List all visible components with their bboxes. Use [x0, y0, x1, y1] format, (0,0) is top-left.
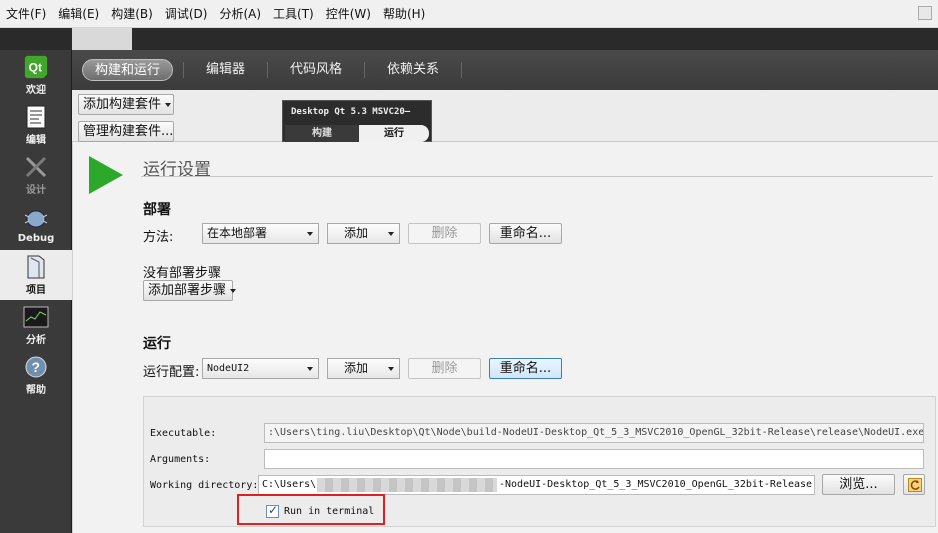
window-restore-button[interactable] — [918, 6, 932, 20]
reset-arrow-icon — [908, 478, 922, 492]
run-remove-button[interactable]: 删除 — [408, 358, 481, 379]
menu-widgets[interactable]: 控件(W) — [320, 3, 377, 25]
mode-label-analyze: 分析 — [26, 335, 46, 346]
kit-run-tab[interactable]: 运行 — [359, 125, 429, 142]
working-directory-suffix: -NodeUI-Desktop_Qt_5_3_MSVC2010_OpenGL_3… — [499, 479, 813, 490]
svg-text:Qt: Qt — [29, 61, 42, 75]
run-heading: 运行 — [143, 336, 171, 352]
tab-separator — [183, 62, 185, 78]
add-kit-label: 添加构建套件 — [83, 97, 162, 112]
mode-label-welcome: 欢迎 — [26, 85, 46, 96]
menu-edit[interactable]: 编辑(E) — [52, 3, 105, 25]
mode-help[interactable]: ? 帮助 — [0, 350, 72, 400]
add-deploy-step-button[interactable]: 添加部署步骤 — [143, 280, 237, 301]
deploy-heading: 部署 — [143, 202, 171, 218]
chevron-down-icon — [307, 367, 313, 371]
tab-dependencies[interactable]: 依赖关系 — [375, 59, 451, 81]
run-add-button[interactable]: 添加 — [327, 358, 400, 379]
add-deploy-step-label: 添加部署步骤 — [148, 283, 227, 298]
executable-field[interactable]: :\Users\ting.liu\Desktop\Qt\Node\build-N… — [264, 423, 924, 443]
deploy-add-label: 添加 — [344, 226, 369, 240]
menu-tools[interactable]: 工具(T) — [267, 3, 320, 25]
tab-separator — [364, 62, 366, 78]
tab-separator — [267, 62, 269, 78]
chevron-down-icon — [165, 102, 172, 107]
mode-label-edit: 编辑 — [26, 135, 46, 146]
svg-text:?: ? — [32, 359, 41, 375]
menu-help[interactable]: 帮助(H) — [377, 3, 431, 25]
kit-selector: Desktop Qt 5.3 MSVC20— 构建 运行 — [282, 100, 432, 142]
no-deploy-steps-label: 没有部署步骤 — [143, 266, 222, 281]
working-directory-prefix: C:\Users\ — [262, 479, 317, 490]
redacted-path-segment — [317, 478, 497, 492]
mode-label-debug: Debug — [17, 233, 55, 244]
chevron-down-icon — [388, 232, 394, 236]
document-icon — [23, 104, 49, 130]
run-config-select[interactable]: NodeUI2 — [202, 358, 319, 379]
executable-label: Executable: — [150, 428, 217, 439]
tab-build-and-run[interactable]: 构建和运行 — [82, 59, 174, 81]
deploy-remove-button[interactable]: 删除 — [408, 223, 481, 244]
bug-icon — [23, 206, 49, 232]
browse-button[interactable]: 浏览... — [822, 474, 895, 495]
deploy-rename-button[interactable]: 重命名... — [489, 223, 562, 244]
menu-debug[interactable]: 调试(D) — [159, 3, 214, 25]
project-tab-bar: 构建和运行 编辑器 代码风格 依赖关系 — [72, 50, 938, 90]
deploy-method-value: 在本地部署 — [207, 226, 268, 240]
analyze-screen-icon — [23, 304, 49, 330]
mode-label-help: 帮助 — [26, 385, 46, 396]
run-add-label: 添加 — [344, 361, 369, 375]
run-config-value: NodeUI2 — [207, 363, 250, 374]
arguments-field[interactable] — [264, 449, 924, 469]
deploy-method-select[interactable]: 在本地部署 — [202, 223, 319, 244]
mode-bar: Qt 欢迎 编辑 设计 Debug 项目 分析 ? 帮助 — [0, 50, 72, 533]
projects-folder-icon — [23, 254, 49, 280]
mode-edit[interactable]: 编辑 — [0, 100, 72, 150]
manage-kits-button[interactable]: 管理构建套件... — [78, 121, 174, 142]
deploy-method-label: 方法: — [143, 230, 174, 245]
chevron-down-icon — [388, 367, 394, 371]
tab-separator — [461, 62, 463, 78]
mode-analyze[interactable]: 分析 — [0, 300, 72, 350]
highlight-box — [237, 494, 385, 525]
working-directory-label: Working directory: — [150, 480, 259, 491]
kit-name: Desktop Qt 5.3 MSVC20— — [291, 107, 411, 117]
add-kit-button[interactable]: 添加构建套件 — [78, 94, 174, 115]
chevron-down-icon — [230, 288, 237, 293]
mode-welcome[interactable]: Qt 欢迎 — [0, 50, 72, 100]
mode-label-design: 设计 — [26, 185, 46, 196]
tab-code-style[interactable]: 代码风格 — [278, 59, 354, 81]
help-icon: ? — [23, 354, 49, 380]
redacted-tab — [72, 28, 132, 50]
menu-file[interactable]: 文件(F) — [0, 3, 52, 25]
menu-build[interactable]: 构建(B) — [105, 3, 159, 25]
kit-build-tab[interactable]: 构建 — [285, 125, 359, 142]
menu-bar: 文件(F) 编辑(E) 构建(B) 调试(D) 分析(A) 工具(T) 控件(W… — [0, 0, 938, 28]
run-rename-button[interactable]: 重命名... — [489, 358, 562, 379]
mode-design[interactable]: 设计 — [0, 150, 72, 200]
mode-projects[interactable]: 项目 — [0, 250, 72, 300]
mode-debug[interactable]: Debug — [0, 200, 72, 250]
design-tools-icon — [23, 154, 49, 180]
menu-analyze[interactable]: 分析(A) — [213, 3, 267, 25]
qt-logo-icon: Qt — [23, 54, 49, 80]
run-config-label: 运行配置: — [143, 365, 200, 380]
arguments-label: Arguments: — [150, 454, 211, 465]
top-strip — [0, 28, 938, 50]
chevron-down-icon — [307, 232, 313, 236]
reset-directory-button[interactable] — [903, 474, 925, 495]
tab-editor[interactable]: 编辑器 — [194, 59, 257, 81]
deploy-add-button[interactable]: 添加 — [327, 223, 400, 244]
divider — [141, 176, 933, 177]
kit-toolbar: 添加构建套件 管理构建套件... Desktop Qt 5.3 MSVC20— … — [72, 90, 938, 142]
mode-label-projects: 项目 — [26, 285, 46, 296]
run-play-icon — [89, 156, 123, 194]
working-directory-field[interactable]: C:\Users\ -NodeUI-Desktop_Qt_5_3_MSVC201… — [258, 475, 815, 495]
run-settings-panel: 运行设置 部署 方法: 在本地部署 添加 删除 重命名... 没有部署步骤 添加… — [72, 142, 938, 533]
